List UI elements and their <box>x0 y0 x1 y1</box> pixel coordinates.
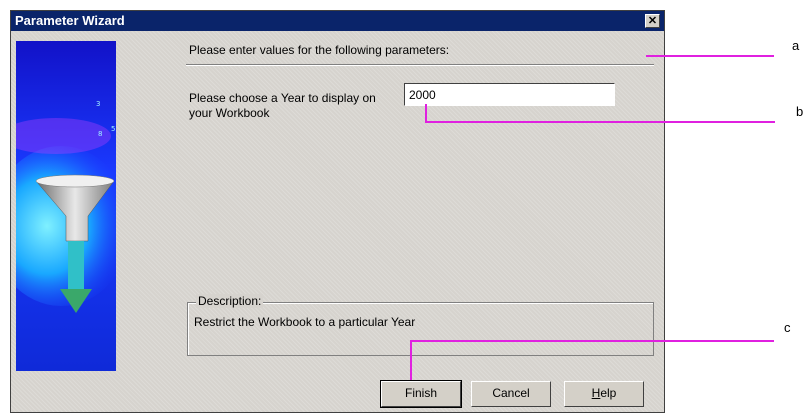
callout-c-line <box>410 340 774 342</box>
title-bar: Parameter Wizard ✕ <box>11 11 664 31</box>
finish-button[interactable]: Finish <box>380 380 462 408</box>
callout-a-line <box>646 55 774 57</box>
description-legend: Description: <box>196 294 264 308</box>
callout-c-label: c <box>784 320 791 335</box>
parameter-wizard-dialog: Parameter Wizard ✕ 39 85 <box>10 10 665 413</box>
callout-b-line <box>425 121 775 123</box>
description-group: Description: Restrict the Workbook to a … <box>187 294 654 356</box>
window-title: Parameter Wizard <box>15 13 125 28</box>
svg-text:3: 3 <box>96 100 100 108</box>
help-label-rest: elp <box>600 386 617 400</box>
description-text: Restrict the Workbook to a particular Ye… <box>194 315 416 329</box>
callout-a-label: a <box>792 38 800 53</box>
wizard-illustration: 39 85 712 <box>16 41 116 371</box>
cancel-button[interactable]: Cancel <box>471 381 551 407</box>
year-input[interactable] <box>404 83 615 106</box>
svg-text:5: 5 <box>111 125 115 133</box>
help-button[interactable]: Help <box>564 381 644 407</box>
svg-text:8: 8 <box>98 130 102 138</box>
callout-c-vertical <box>410 340 412 380</box>
funnel-arrow-icon: 39 85 712 <box>16 100 116 313</box>
close-button[interactable]: ✕ <box>645 14 660 28</box>
callout-b-vertical <box>425 104 427 122</box>
header-divider <box>186 64 654 66</box>
year-parameter-label: Please choose a Year to display on your … <box>189 91 376 120</box>
intro-text: Please enter values for the following pa… <box>189 43 450 57</box>
callout-b-label: b <box>796 104 804 119</box>
